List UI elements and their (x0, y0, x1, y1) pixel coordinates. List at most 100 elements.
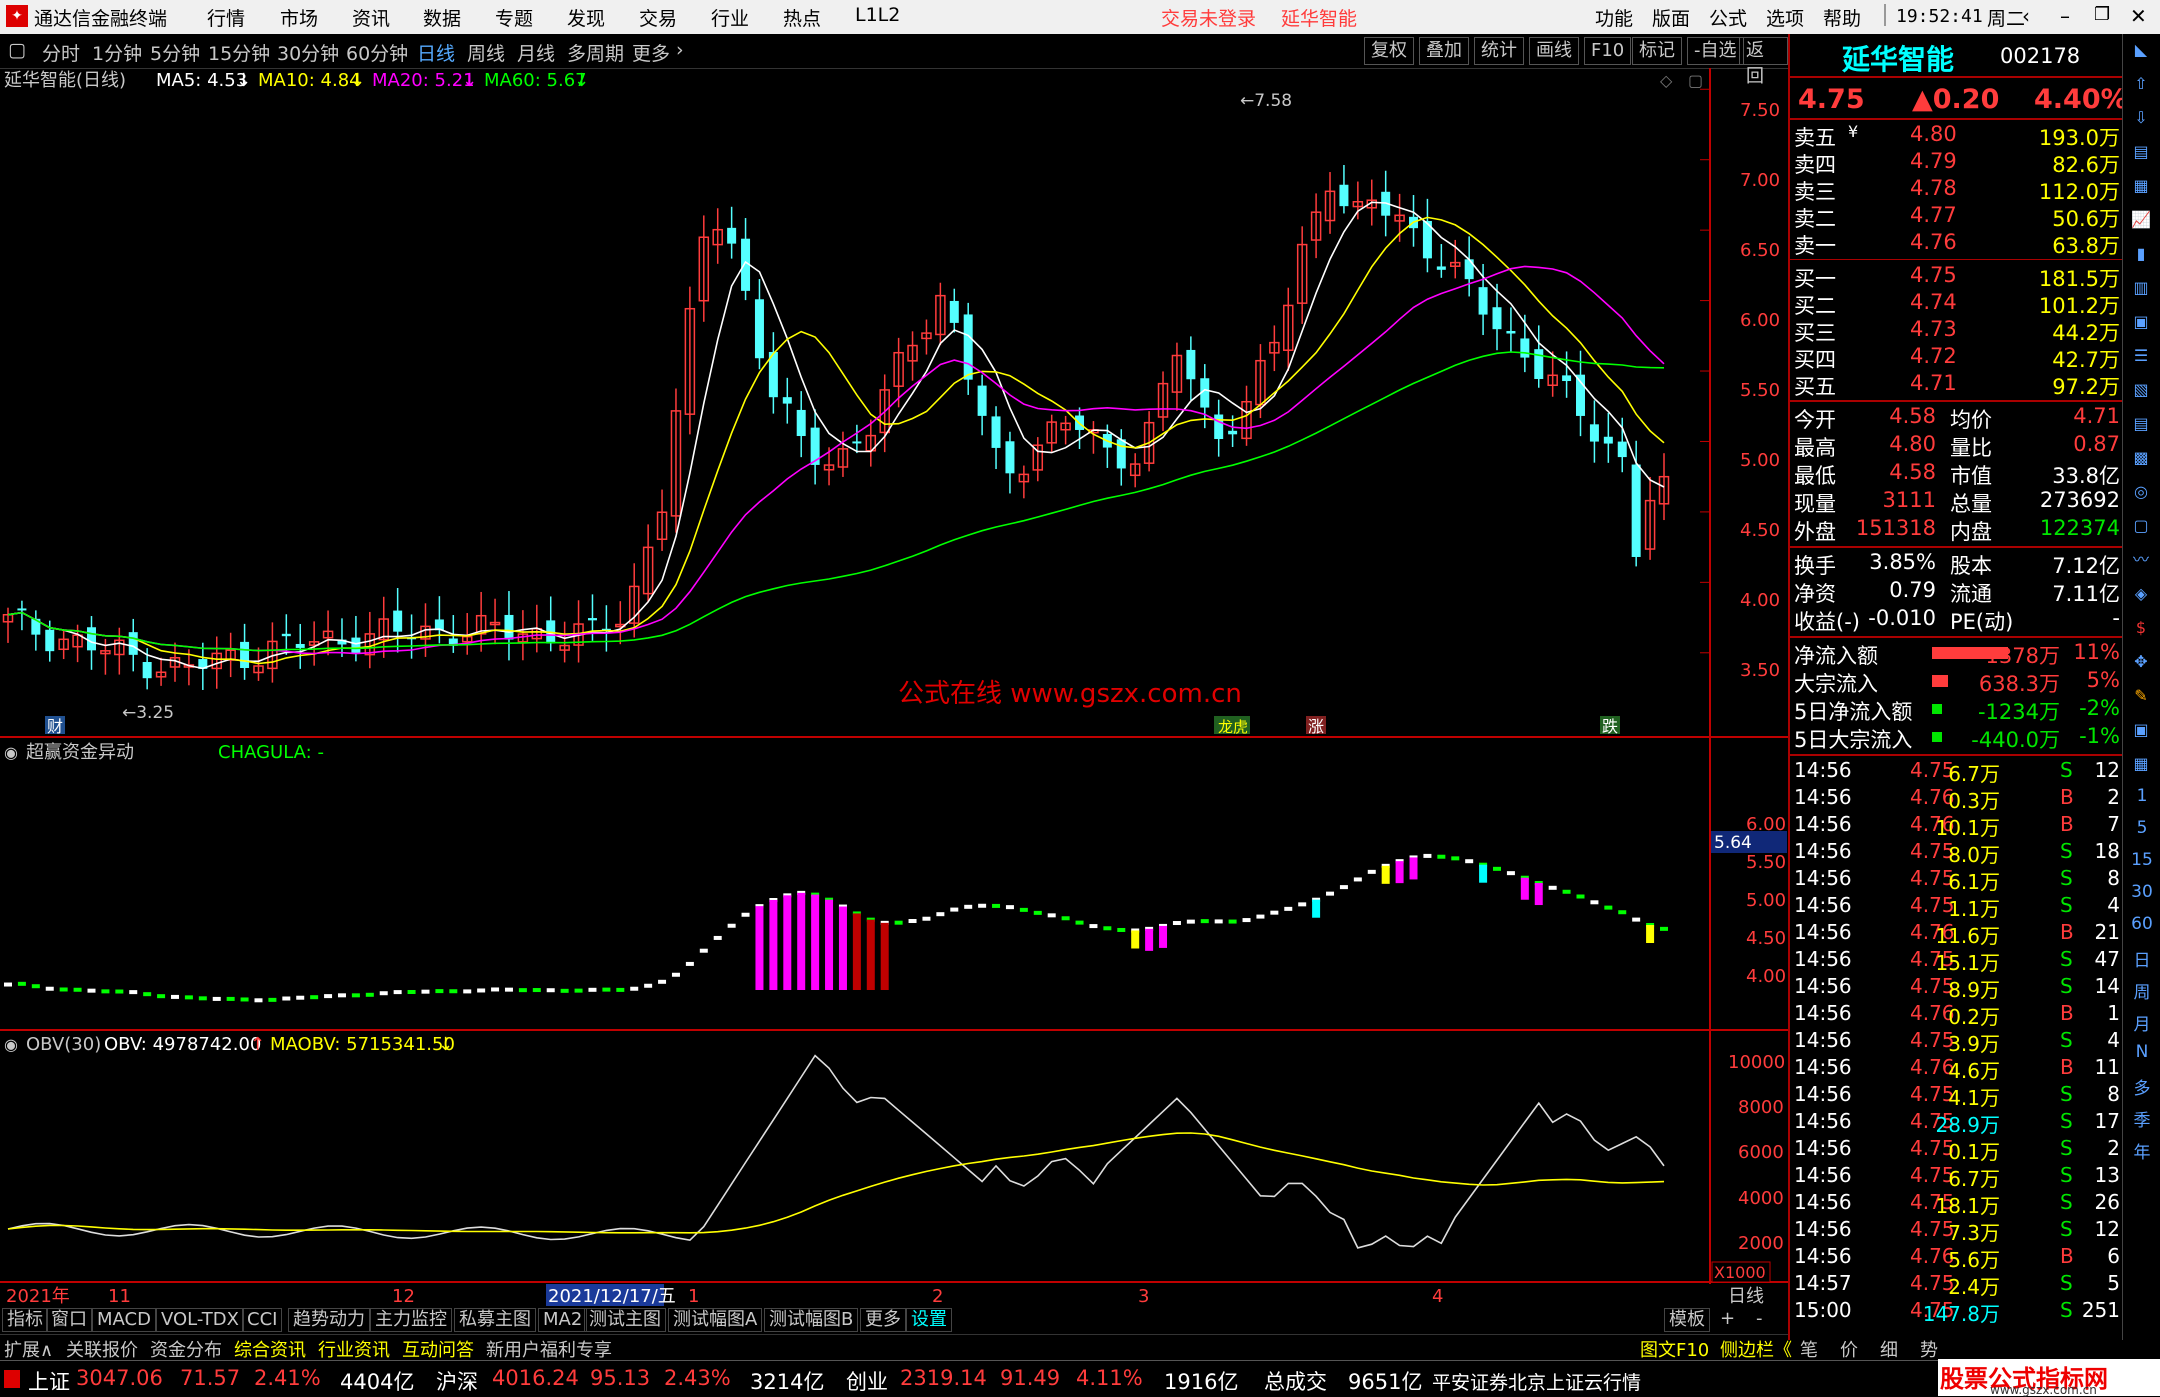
period-tab[interactable]: 1分钟 (92, 39, 142, 66)
menu-item[interactable]: 专题 (495, 4, 533, 31)
f10-tab[interactable]: 图文F10 (1640, 1336, 1709, 1362)
candle-icon[interactable]: ▮ (2129, 242, 2153, 266)
indicator-tab[interactable]: 更多 (860, 1308, 906, 1332)
toolbar-button[interactable]: 画线 (1529, 37, 1579, 65)
pen-icon[interactable]: ✎ (2129, 684, 2153, 708)
period-shortcut[interactable]: 30 (2123, 882, 2160, 914)
period-tab[interactable]: 月线 (517, 39, 555, 66)
chart-area[interactable]: 延华智能(日线) MA5: 4.53 ↓ MA10: 4.84 ↓ MA20: … (0, 68, 1788, 1306)
list-icon[interactable]: ☰ (2129, 344, 2153, 368)
ask-row[interactable]: 卖五 ¥ 4.80 193.0万 (1790, 122, 2124, 150)
server-name[interactable]: 平安证券北京上证云行情 (1432, 1368, 1641, 1395)
collapse-icon[interactable]: ◣ (2129, 38, 2153, 62)
period-shortcut[interactable]: 周 (2123, 978, 2160, 1010)
toolbar-button[interactable]: 统计 (1474, 37, 1524, 65)
indicator-tab[interactable]: 指标 (2, 1308, 48, 1332)
doc-icon[interactable]: ▧ (2129, 378, 2153, 402)
bid-row[interactable]: 买二 4.74 101.2万 (1790, 290, 2124, 318)
period-tab[interactable]: 15分钟 (208, 39, 270, 66)
event-marker-label[interactable]: 跌 (1602, 717, 1618, 736)
info-tab[interactable]: 行业资讯 (318, 1336, 390, 1362)
toolbar-button[interactable]: 叠加 (1419, 37, 1469, 65)
period-tab-active[interactable]: 日线 (417, 39, 455, 66)
pane-box-icon[interactable]: ▢ (1688, 71, 1703, 90)
info-tab[interactable]: 关联报价 (66, 1336, 138, 1362)
indicator-tab[interactable]: MA2 (538, 1308, 588, 1332)
arrow-up-icon[interactable]: ⇧ (2129, 72, 2153, 96)
close-icon[interactable]: ✕ (2130, 4, 2147, 28)
event-marker-label[interactable]: 财 (47, 717, 63, 736)
indicator-tab[interactable]: 窗口 (46, 1308, 92, 1332)
period-shortcut[interactable]: 60 (2123, 914, 2160, 946)
f10-icon[interactable]: ▣ (2129, 310, 2153, 334)
arrow-down-icon[interactable]: ⇩ (2129, 106, 2153, 130)
info-tab[interactable]: 互动问答 (402, 1336, 474, 1362)
period-shortcut[interactable]: N (2123, 1042, 2160, 1074)
f2-icon[interactable]: ▤ (2129, 412, 2153, 436)
menu-item[interactable]: L1L2 (855, 4, 900, 26)
login-status[interactable]: 交易未登录 (1161, 4, 1256, 31)
restore-icon[interactable]: ❐ (2094, 4, 2110, 25)
circle-icon[interactable]: ◎ (2129, 480, 2153, 504)
collapse-icon[interactable]: ◉ (4, 1035, 18, 1054)
period-tab[interactable]: 周线 (467, 39, 505, 66)
fs-icon[interactable]: ▣ (2129, 718, 2153, 742)
money-icon[interactable]: $ (2129, 616, 2153, 640)
info-tab[interactable]: 扩展∧ (4, 1336, 53, 1362)
period-tab[interactable]: 60分钟 (346, 39, 408, 66)
period-shortcut[interactable]: 日 (2123, 946, 2160, 978)
indicator-tab[interactable]: 测试幅图B (764, 1308, 859, 1332)
line-chart-icon[interactable]: 📈 (2129, 208, 2153, 232)
indicator-tab[interactable]: 测试主图 (584, 1308, 666, 1332)
grid-icon[interactable]: ▦ (2129, 174, 2153, 198)
period-shortcut[interactable]: 季 (2123, 1106, 2160, 1138)
template-button[interactable]: 模板 (1664, 1308, 1710, 1332)
indicator-tab[interactable]: 测试幅图A (668, 1308, 763, 1332)
period-tab[interactable]: 5分钟 (150, 39, 200, 66)
info-tab[interactable]: 综合资讯 (234, 1336, 306, 1362)
box-icon[interactable]: ▢ (2129, 514, 2153, 538)
indicator-tab[interactable]: 趋势动力 (288, 1308, 370, 1332)
toolbar-button[interactable]: -自选 (1687, 37, 1744, 65)
menu-item[interactable]: 交易 (639, 4, 677, 31)
zoom-in-button[interactable]: + (1716, 1308, 1739, 1330)
indicator-tab[interactable]: 主力监控 (370, 1308, 452, 1332)
menu-item-right[interactable]: 版面 (1652, 4, 1690, 31)
period-tab[interactable]: 30分钟 (277, 39, 339, 66)
menu-item[interactable]: 数据 (423, 4, 461, 31)
bid-row[interactable]: 买四 4.72 42.7万 (1790, 344, 2124, 372)
period-shortcut[interactable]: 多 (2123, 1074, 2160, 1106)
period-shortcut[interactable]: 月 (2123, 1010, 2160, 1042)
bid-row[interactable]: 买三 4.73 44.2万 (1790, 317, 2124, 345)
index-name[interactable]: 上证 (28, 1366, 70, 1396)
wave-icon[interactable]: 〰 (2129, 548, 2153, 572)
toolbar-button[interactable]: F10 (1584, 37, 1632, 65)
menu-item-right[interactable]: 功能 (1595, 4, 1633, 31)
menu-item[interactable]: 热点 (783, 4, 821, 31)
table-icon[interactable]: ▥ (2129, 276, 2153, 300)
move-icon[interactable]: ✥ (2129, 650, 2153, 674)
period-shortcut[interactable]: 1 (2123, 786, 2160, 818)
toolbar-button[interactable]: 复权 (1364, 37, 1414, 65)
sidebar-toggle[interactable]: 侧边栏《 (1720, 1336, 1792, 1362)
ask-row[interactable]: 卖二 4.77 50.6万 (1790, 203, 2124, 231)
index-name[interactable]: 创业 (846, 1366, 888, 1396)
event-marker-label[interactable]: 龙虎 (1218, 718, 1248, 736)
nav-back-icon[interactable]: ‹ (2022, 4, 2030, 28)
period-shortcut[interactable]: 15 (2123, 850, 2160, 882)
period-shortcut[interactable]: 5 (2123, 818, 2160, 850)
period-shortcut[interactable]: 年 (2123, 1138, 2160, 1170)
toolbar-button[interactable]: 返回 (1739, 37, 1788, 87)
menu-item[interactable]: 发现 (567, 4, 605, 31)
menu-item[interactable]: 行业 (711, 4, 749, 31)
menu-item[interactable]: 行情 (207, 4, 245, 31)
toolbar-button[interactable]: 标记 (1632, 37, 1682, 65)
menu-item[interactable]: 资讯 (352, 4, 390, 31)
index-name[interactable]: 沪深 (436, 1366, 478, 1396)
ask-row[interactable]: 卖三 4.78 112.0万 (1790, 176, 2124, 204)
minimize-icon[interactable]: – (2060, 4, 2070, 28)
news-icon[interactable]: ▤ (2129, 140, 2153, 164)
menu-item-right[interactable]: 选项 (1766, 4, 1804, 31)
menu-item[interactable]: 市场 (280, 4, 318, 31)
ask-row[interactable]: 卖四 4.79 82.6万 (1790, 149, 2124, 177)
